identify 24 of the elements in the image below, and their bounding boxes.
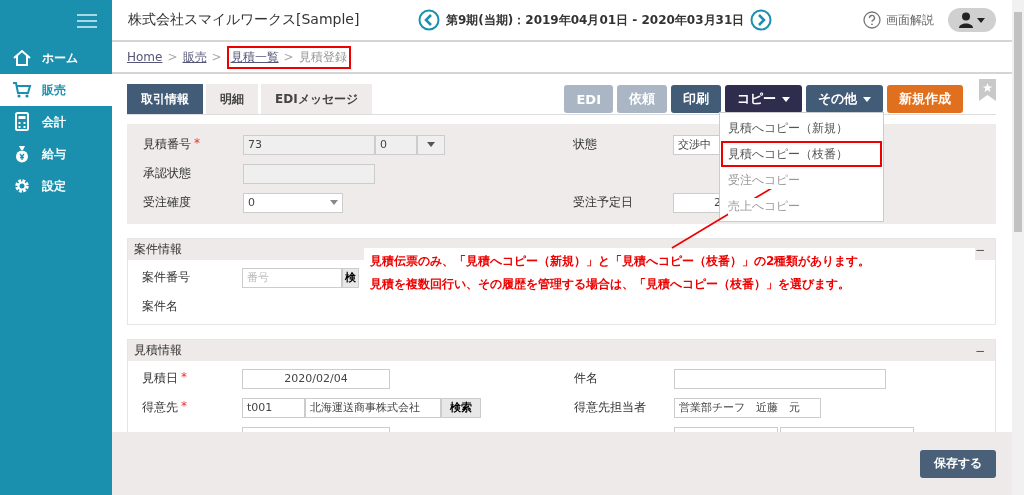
field-label: 受注確度	[143, 194, 191, 211]
required-mark: *	[181, 370, 187, 386]
company-name: 株式会社スマイルワークス[Sample]	[128, 11, 361, 29]
field-label: 受注予定日	[573, 194, 633, 211]
required-mark: *	[194, 136, 200, 152]
section-title: 案件情報	[134, 241, 182, 258]
field-label: 得意先	[142, 399, 178, 416]
breadcrumb-separator: >	[283, 50, 294, 64]
breadcrumb-separator: >	[211, 50, 222, 64]
annotation-text: 見積を複数回行い、その履歴を管理する場合は、「見積へコピー（枝番）」を選びます。	[370, 276, 851, 293]
field-label: 案件番号	[142, 269, 190, 286]
section-title: 見積情報	[134, 342, 182, 359]
field-label: 得意先担当者	[574, 399, 646, 416]
required-mark: *	[181, 399, 187, 415]
field-label: 承認状態	[143, 165, 191, 182]
breadcrumb-item: 見積登録	[298, 48, 347, 66]
field-label: 見積番号	[143, 136, 191, 153]
breadcrumb-separator: >	[167, 50, 178, 64]
field-label: 見積日	[142, 370, 178, 387]
field-label: 案件名	[142, 298, 178, 315]
fiscal-period: 第9期(当期)：2019年04月01日 - 2020年03月31日	[446, 11, 745, 29]
annotation-text: 見積伝票のみ、「見積へコピー（新規）」と「見積へコピー（枝番）」の2種類があります。	[370, 253, 872, 270]
field-label: 件名	[574, 370, 598, 387]
field-label: 状態	[573, 136, 597, 153]
